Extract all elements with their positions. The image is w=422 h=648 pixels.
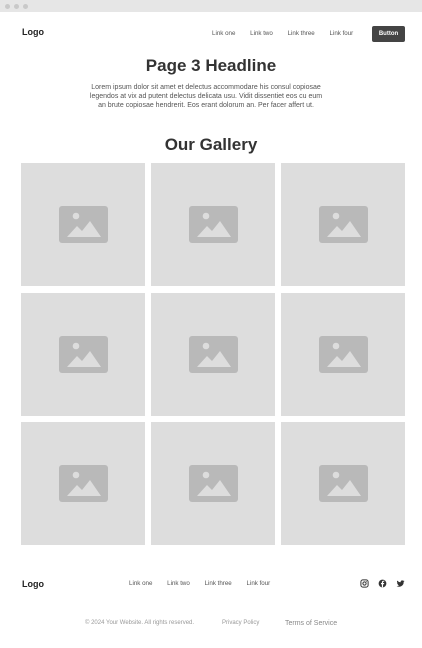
gallery-tile[interactable] — [151, 422, 275, 545]
gallery-tile[interactable] — [151, 163, 275, 286]
instagram-icon[interactable] — [360, 579, 369, 588]
image-placeholder-icon — [58, 206, 108, 243]
footer-logo[interactable]: Logo — [22, 579, 44, 589]
gallery-title: Our Gallery — [164, 135, 258, 154]
header-cta-button[interactable]: Button — [372, 26, 405, 42]
footer-link-two[interactable]: Link two — [167, 580, 190, 587]
image-placeholder-icon — [318, 206, 368, 243]
privacy-policy-link[interactable]: Privacy Policy — [222, 620, 259, 626]
image-placeholder-icon — [58, 465, 108, 502]
footer-link-one[interactable]: Link one — [129, 580, 152, 587]
facebook-icon[interactable] — [378, 579, 387, 588]
image-placeholder-icon — [188, 465, 238, 502]
image-placeholder-icon — [58, 336, 108, 373]
window-dot-icon — [23, 4, 28, 9]
gallery-tile[interactable] — [151, 293, 275, 416]
window-dot-icon — [14, 4, 19, 9]
header-nav: Link one Link two Link three Link four — [212, 30, 366, 37]
nav-link-one[interactable]: Link one — [212, 30, 235, 37]
gallery-tile[interactable] — [21, 422, 145, 545]
nav-link-three[interactable]: Link three — [288, 30, 315, 37]
image-placeholder-icon — [188, 336, 238, 373]
footer-link-three[interactable]: Link three — [205, 580, 232, 587]
terms-of-service-link[interactable]: Terms of Service — [285, 620, 337, 627]
copyright-text: © 2024 Your Website. All rights reserved… — [85, 620, 195, 626]
image-placeholder-icon — [188, 206, 238, 243]
image-placeholder-icon — [318, 465, 368, 502]
window-dot-icon — [5, 4, 10, 9]
intro-paragraph: Lorem ipsum dolor sit amet et delectus a… — [89, 84, 323, 110]
twitter-icon[interactable] — [396, 579, 405, 588]
footer-link-four[interactable]: Link four — [247, 580, 271, 587]
top-navbar: Logo Link one Link two Link three Link f… — [0, 12, 422, 56]
gallery-tile[interactable] — [281, 293, 405, 416]
gallery-tile[interactable] — [281, 422, 405, 545]
nav-link-four[interactable]: Link four — [330, 30, 354, 37]
nav-link-two[interactable]: Link two — [250, 30, 273, 37]
image-placeholder-icon — [318, 336, 368, 373]
footer-nav: Link one Link two Link three Link four — [129, 580, 283, 587]
browser-chrome-bar — [0, 0, 422, 12]
gallery-tile[interactable] — [21, 163, 145, 286]
header-logo[interactable]: Logo — [22, 27, 44, 37]
gallery-tile[interactable] — [21, 293, 145, 416]
page-headline: Page 3 Headline — [145, 56, 277, 75]
gallery-tile[interactable] — [281, 163, 405, 286]
